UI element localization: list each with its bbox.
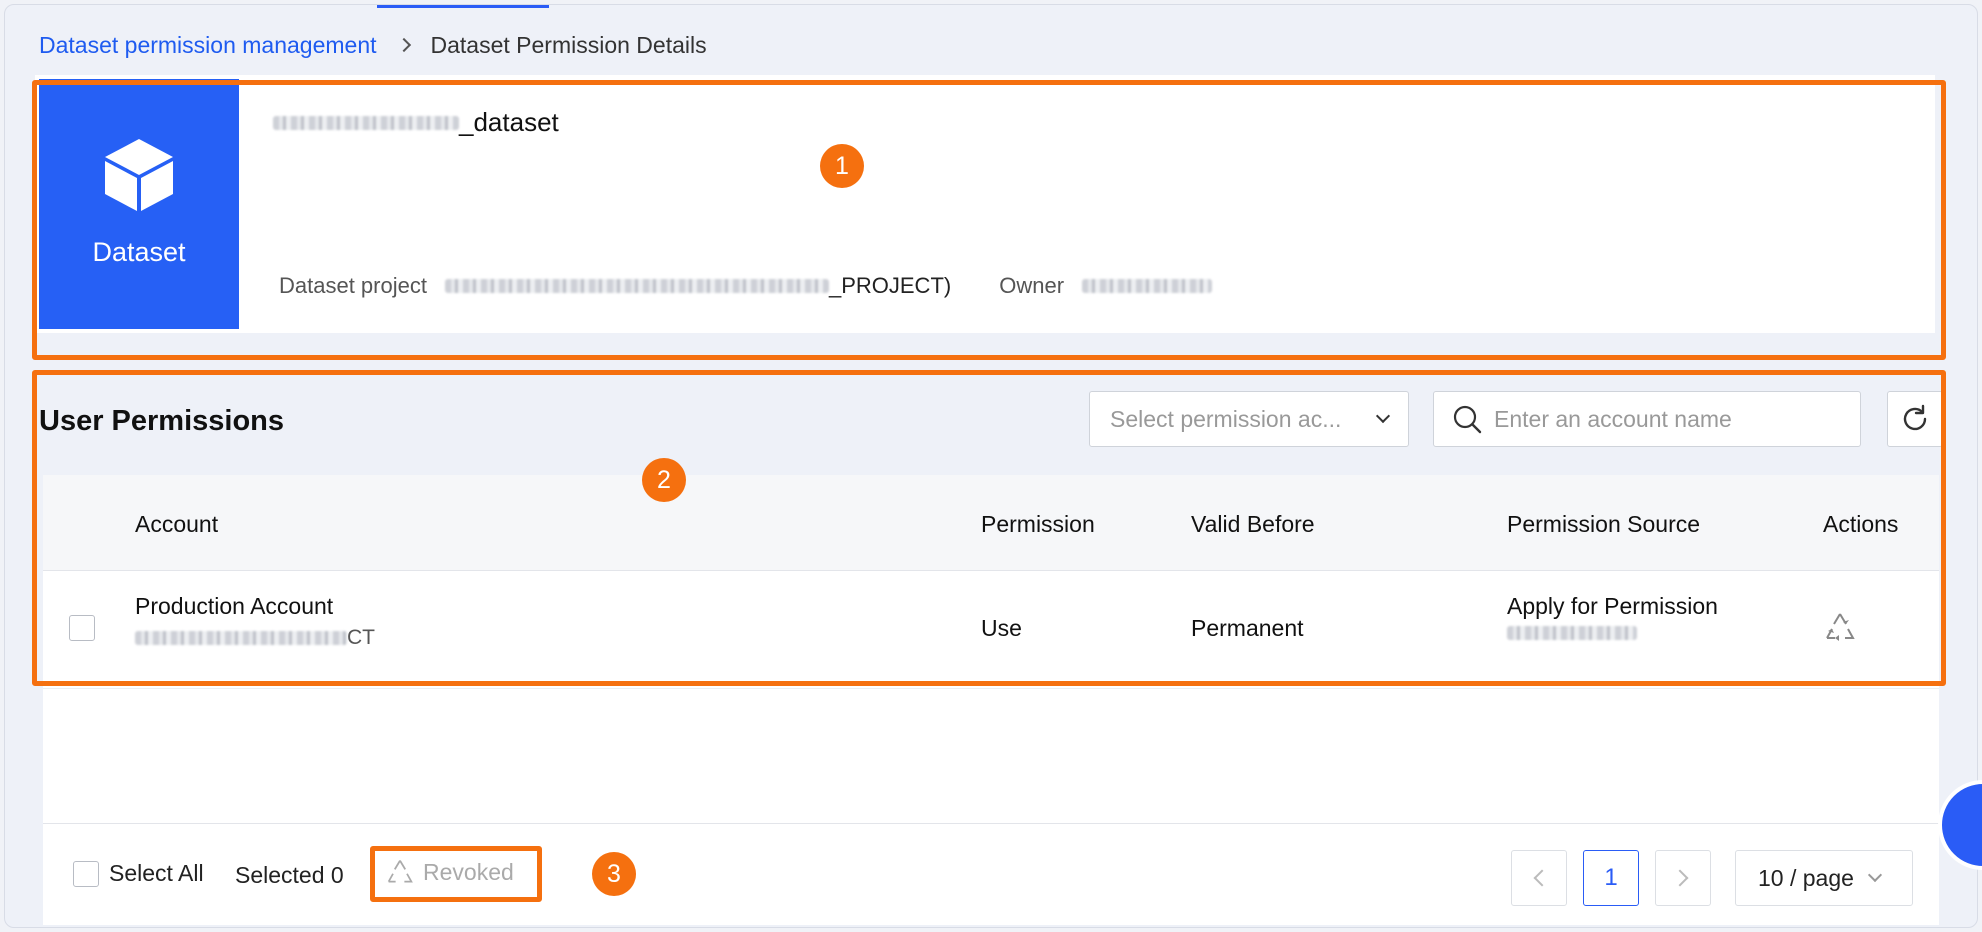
- user-permissions-header: User Permissions Select permission ac...: [35, 377, 1943, 477]
- next-page-button[interactable]: [1655, 850, 1711, 906]
- dataset-project-value: _PROJECT): [444, 273, 952, 299]
- refresh-icon: [1903, 404, 1927, 431]
- active-tab-indicator: [377, 5, 549, 8]
- permissions-table: Account Permission Valid Before Permissi…: [43, 475, 1939, 827]
- account-id-suffix: CT: [347, 626, 375, 649]
- chevron-right-icon: [396, 37, 411, 53]
- redacted-text: [273, 115, 459, 130]
- account-name: Production Account: [135, 593, 334, 619]
- prev-page-button[interactable]: [1511, 850, 1567, 906]
- revoke-button[interactable]: Revoked: [385, 858, 514, 886]
- select-all[interactable]: Select All: [73, 860, 204, 887]
- dataset-name-suffix: _dataset: [459, 107, 559, 137]
- owner-value: [1082, 279, 1213, 293]
- dataset-meta: Dataset project _PROJECT) Owner: [279, 273, 1213, 299]
- redacted-text: [1082, 279, 1213, 293]
- select-all-checkbox[interactable]: [73, 860, 99, 887]
- dataset-project-suffix: _PROJECT): [828, 273, 952, 298]
- page-size-select[interactable]: 10 / page: [1735, 850, 1913, 906]
- source-text: Apply for Permission: [1507, 593, 1718, 619]
- permission-filter-select[interactable]: Select permission ac...: [1089, 391, 1409, 447]
- recycle-icon: [1826, 613, 1855, 641]
- valid-before-cell: Permanent: [1191, 615, 1304, 641]
- account-cell: Production Account CT: [135, 593, 375, 650]
- col-account: Account: [135, 511, 219, 537]
- revoke-label: Revoked: [423, 858, 514, 885]
- col-actions: Actions: [1823, 511, 1899, 537]
- dataset-name: _dataset: [273, 107, 559, 138]
- section-title: User Permissions: [39, 405, 285, 437]
- chevron-left-icon: [1533, 869, 1551, 887]
- account-search-input[interactable]: [1494, 405, 1834, 433]
- dataset-tile: Dataset: [39, 79, 239, 329]
- redacted-text: [444, 279, 829, 293]
- account-id: CT: [135, 626, 375, 650]
- table-footer: Select All Selected 0 Revoked 1 10 / pag…: [43, 823, 1939, 925]
- dataset-info-card: Dataset _dataset Dataset project _PROJEC…: [35, 75, 1935, 333]
- source-cell: Apply for Permission: [1507, 593, 1718, 640]
- table-header: Account Permission Valid Before Permissi…: [43, 475, 1939, 571]
- selected-count: Selected 0: [235, 862, 344, 888]
- col-permission-source: Permission Source: [1507, 511, 1701, 537]
- row-checkbox[interactable]: [69, 615, 95, 641]
- refresh-button[interactable]: [1887, 391, 1943, 447]
- annotation-badge-1: 1: [820, 144, 864, 188]
- page-number-current[interactable]: 1: [1583, 850, 1639, 906]
- table-row: Production Account CT Use Permanent Appl…: [43, 571, 1939, 689]
- breadcrumb-parent-link[interactable]: Dataset permission management: [39, 32, 377, 59]
- redacted-text: [1507, 626, 1637, 640]
- search-icon: [1453, 405, 1482, 434]
- source-sub: [1507, 626, 1718, 640]
- app-frame: Dataset permission management Dataset Pe…: [4, 4, 1978, 928]
- chevron-down-icon: [1375, 408, 1391, 424]
- revoke-action[interactable]: [1823, 611, 1857, 649]
- chevron-down-icon: [1867, 867, 1882, 883]
- dataset-tile-label: Dataset: [92, 237, 186, 267]
- redacted-text: [135, 631, 347, 645]
- recycle-icon: [387, 860, 413, 883]
- account-search-box[interactable]: [1433, 391, 1861, 447]
- cube-icon: [105, 139, 173, 211]
- breadcrumb: Dataset permission management Dataset Pe…: [39, 25, 707, 65]
- col-permission: Permission: [981, 511, 1095, 537]
- col-valid-before: Valid Before: [1191, 511, 1315, 537]
- page-size-value: 10 / page: [1758, 864, 1854, 891]
- annotation-badge-2: 2: [642, 458, 686, 502]
- owner-label: Owner: [999, 273, 1065, 298]
- permission-filter-placeholder: Select permission ac...: [1110, 405, 1342, 432]
- breadcrumb-current: Dataset Permission Details: [430, 31, 707, 58]
- chevron-right-icon: [1671, 869, 1689, 887]
- dataset-project-label: Dataset project: [279, 273, 427, 298]
- select-all-label: Select All: [109, 860, 204, 886]
- annotation-badge-3: 3: [592, 852, 636, 896]
- permission-cell: Use: [981, 615, 1022, 641]
